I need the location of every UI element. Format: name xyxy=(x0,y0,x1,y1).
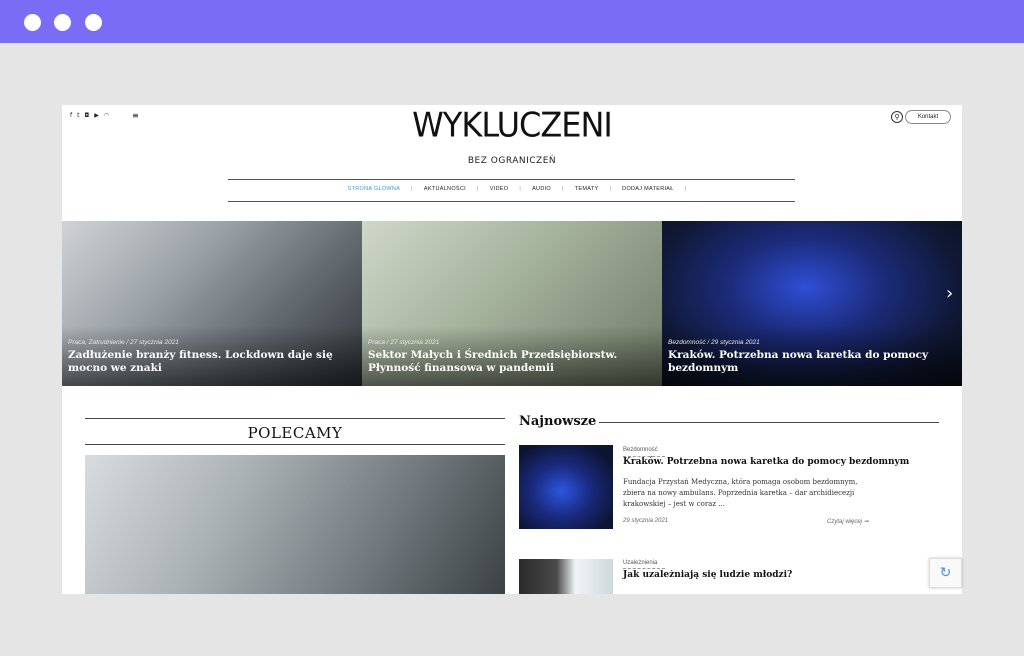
recaptcha-icon[interactable]: ↻ xyxy=(929,558,962,588)
site-logo[interactable]: WYKLUCZENI xyxy=(62,105,962,145)
polecamy-heading: POLECAMY xyxy=(247,424,343,442)
featured-slider: Praca, Zatrudnienie / 27 stycznia 2021 Z… xyxy=(62,221,962,386)
slide-meta: Praca, Zatrudnienie / 27 stycznia 2021 xyxy=(68,339,179,346)
nav-divider-top xyxy=(228,179,795,180)
article-thumbnail[interactable] xyxy=(519,445,613,529)
slide-title[interactable]: Zadłużenie branży fitness. Lockdown daje… xyxy=(68,349,348,375)
slide-finance[interactable]: Praca / 27 stycznia 2021 Sektor Małych i… xyxy=(362,221,662,386)
nav-divider-bottom xyxy=(228,201,795,202)
window-close-dot[interactable] xyxy=(24,14,41,31)
nav-item-audio[interactable]: AUDIO xyxy=(521,186,562,192)
slide-ambulance[interactable]: Bezdomność / 29 stycznia 2021 Kraków. Po… xyxy=(662,221,962,386)
logo-text: WYKLUCZENI xyxy=(412,105,613,145)
polecamy-divider-bottom xyxy=(85,444,505,445)
polecamy-featured-image[interactable] xyxy=(85,455,505,594)
read-more-link[interactable]: Czytaj więcej ➞ xyxy=(827,518,869,525)
slide-meta: Bezdomność / 29 stycznia 2021 xyxy=(668,339,760,346)
website-page: f t ◘ ▶ ◠ ≡ ⚲ Kontakt WYKLUCZENI BEZ OGR… xyxy=(62,105,962,594)
site-tagline: BEZ OGRANICZEŃ xyxy=(467,156,557,166)
main-nav: STRONA GŁÓWNA | AKTUALNOŚCI | VIDEO | AUDIO… xyxy=(228,186,795,192)
article-divider xyxy=(623,568,665,569)
nav-item-news[interactable]: AKTUALNOŚCI xyxy=(413,186,477,192)
article-category[interactable]: Uzależnienia xyxy=(623,560,657,566)
browser-titlebar xyxy=(0,0,1024,43)
nav-item-add-material[interactable]: DODAJ MATERIAŁ xyxy=(611,186,684,192)
article-category[interactable]: Bezdomność xyxy=(623,447,658,453)
slide-title[interactable]: Kraków. Potrzebna nowa karetka do pomocy… xyxy=(668,349,948,375)
article-date: 29 stycznia 2021 xyxy=(623,518,669,524)
najnowsze-divider xyxy=(599,422,939,423)
slide-fitness[interactable]: Praca, Zatrudnienie / 27 stycznia 2021 Z… xyxy=(62,221,362,386)
slider-next-icon[interactable]: › xyxy=(946,283,953,304)
article-title[interactable]: Kraków. Potrzebna nowa karetka do pomocy… xyxy=(623,457,909,467)
nav-item-home[interactable]: STRONA GŁÓWNA xyxy=(337,186,412,192)
slide-title[interactable]: Sektor Małych i Średnich Przedsiębiorstw… xyxy=(368,349,648,375)
article-thumbnail[interactable] xyxy=(519,559,613,594)
nav-item-topics[interactable]: TEMATY xyxy=(564,186,610,192)
article-excerpt: Fundacja Przystań Medyczna, która pomaga… xyxy=(623,478,858,508)
polecamy-divider-top xyxy=(85,418,505,419)
najnowsze-heading: Najnowsze xyxy=(519,414,597,429)
window-maximize-dot[interactable] xyxy=(85,14,102,31)
article-title[interactable]: Jak uzależniają się ludzie młodzi? xyxy=(623,570,792,580)
nav-separator: | xyxy=(684,186,687,192)
window-minimize-dot[interactable] xyxy=(54,14,71,31)
slide-meta: Praca / 27 stycznia 2021 xyxy=(368,339,440,346)
nav-item-video[interactable]: VIDEO xyxy=(479,186,520,192)
